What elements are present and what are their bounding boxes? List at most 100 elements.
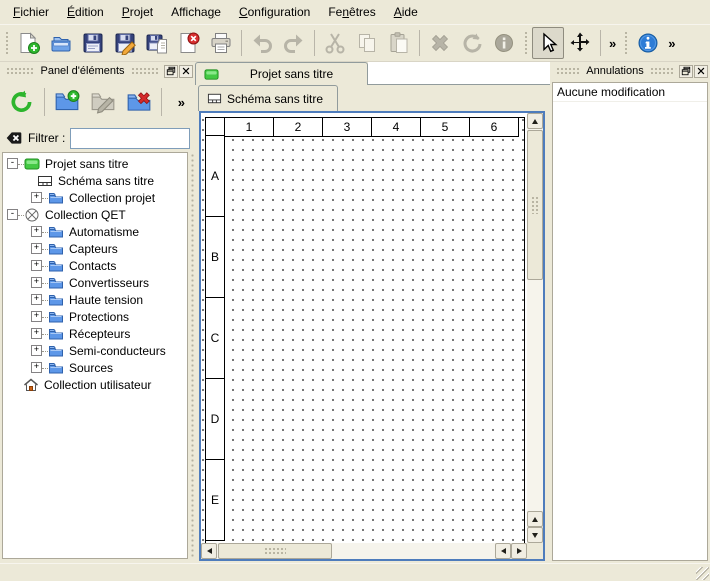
dock-close-button[interactable] [179, 65, 193, 78]
delete-category-button[interactable] [121, 84, 157, 120]
tree-toggle[interactable]: + [31, 226, 42, 237]
tree-item-capteurs[interactable]: +Capteurs [3, 240, 187, 257]
move-icon [568, 31, 592, 55]
tree-item-semi-conducteurs[interactable]: +Semi-conducteurs [3, 342, 187, 359]
open-document-button[interactable] [45, 27, 77, 59]
new-document-button[interactable] [13, 27, 45, 59]
scroll-up-button-2[interactable] [527, 511, 543, 527]
save-as-button[interactable] [109, 27, 141, 59]
save-button[interactable] [77, 27, 109, 59]
row-header: D [205, 378, 225, 460]
scroll-right-button[interactable] [511, 543, 527, 559]
close-icon [181, 66, 191, 76]
element-info-button[interactable] [488, 27, 520, 59]
cut-button[interactable] [319, 27, 351, 59]
reload-collections-button[interactable] [4, 84, 40, 120]
scrollbar-corner [527, 543, 543, 559]
edit-category-button[interactable] [85, 84, 121, 120]
tab-projet-sans-titre[interactable]: Projet sans titre [195, 62, 368, 85]
tree-item-haute-tension[interactable]: +Haute tension [3, 291, 187, 308]
schema-canvas[interactable]: 123456 ABCDE [201, 113, 527, 543]
toolbar-separator [44, 88, 45, 116]
horizontal-scroll-thumb[interactable] [218, 543, 332, 559]
menu-edition[interactable]: Édition [58, 1, 113, 23]
tab-schema-sans-titre[interactable]: Schéma sans titre [198, 85, 338, 111]
undo-button[interactable] [246, 27, 278, 59]
tree-item-schema-sans-titre[interactable]: Schéma sans titre [3, 172, 187, 189]
tree-toggle[interactable]: - [7, 158, 18, 169]
copy-button[interactable] [351, 27, 383, 59]
row-headers: ABCDE [205, 136, 225, 541]
tree-item-collection-utilisateur[interactable]: Collection utilisateur [3, 376, 187, 393]
print-button[interactable] [205, 27, 237, 59]
tree-item-recepteurs[interactable]: +Récepteurs [3, 325, 187, 342]
menu-fenetres[interactable]: Fenêtres [319, 1, 384, 23]
tree-item-collection-projet[interactable]: +Collection projet [3, 189, 187, 206]
tree-item-projet-sans-titre[interactable]: -Projet sans titre [3, 155, 187, 172]
cut-icon [323, 31, 347, 55]
restore-icon [166, 66, 176, 76]
menu-configuration[interactable]: Configuration [230, 1, 319, 23]
tree-toggle[interactable]: + [31, 362, 42, 373]
dock-grip[interactable] [131, 67, 159, 75]
delete-button[interactable] [424, 27, 456, 59]
dock-float-button[interactable] [164, 65, 178, 78]
tree-toggle[interactable]: + [31, 345, 42, 356]
project-icon [204, 67, 219, 82]
clear-filter-icon[interactable] [5, 129, 23, 147]
rotate-button[interactable] [456, 27, 488, 59]
scroll-down-button[interactable] [527, 527, 543, 543]
menu-projet[interactable]: Projet [113, 1, 162, 23]
dock-grip[interactable] [650, 67, 674, 75]
menu-affichage[interactable]: Affichage [162, 1, 230, 23]
tree-item-contacts[interactable]: +Contacts [3, 257, 187, 274]
dock-grip[interactable] [556, 67, 580, 75]
tree-item-convertisseurs[interactable]: +Convertisseurs [3, 274, 187, 291]
dock-grip[interactable] [6, 67, 34, 75]
tree-item-protections[interactable]: +Protections [3, 308, 187, 325]
toolbar-overflow-button[interactable]: » [605, 36, 620, 51]
toolbar-grip[interactable] [523, 30, 529, 56]
redo-button[interactable] [278, 27, 310, 59]
dock-float-button[interactable] [679, 65, 693, 78]
filter-input[interactable] [70, 128, 190, 149]
tree-item-sources[interactable]: +Sources [3, 359, 187, 376]
paste-button[interactable] [383, 27, 415, 59]
dock-close-button[interactable] [694, 65, 708, 78]
tree-toggle[interactable]: + [31, 243, 42, 254]
copy-icon [355, 31, 379, 55]
tree-toggle[interactable]: + [31, 328, 42, 339]
horizontal-scrollbar[interactable] [201, 543, 527, 559]
rotate-icon [460, 31, 484, 55]
toolbar-overflow-button-2[interactable]: » [664, 36, 679, 51]
tree-item-automatisme[interactable]: +Automatisme [3, 223, 187, 240]
close-document-button[interactable] [173, 27, 205, 59]
tree-toggle[interactable]: + [31, 277, 42, 288]
tree-toggle[interactable]: + [31, 311, 42, 322]
save-all-button[interactable] [141, 27, 173, 59]
tree-item-collection-qet[interactable]: -Collection QET [3, 206, 187, 223]
new-category-button[interactable] [49, 84, 85, 120]
menu-fichier[interactable]: Fichier [4, 1, 58, 23]
elements-panel-header: Panel d'éléments [0, 62, 195, 80]
toolbar-grip[interactable] [4, 30, 10, 56]
tree-toggle[interactable]: + [31, 260, 42, 271]
panel-toolbar-overflow-button[interactable]: » [178, 95, 191, 110]
about-info-button[interactable] [632, 27, 664, 59]
scroll-left-button-2[interactable] [495, 543, 511, 559]
panel-splitter[interactable] [189, 152, 194, 558]
tree-toggle[interactable]: + [31, 192, 42, 203]
vertical-scrollbar[interactable] [527, 113, 543, 543]
scroll-left-button[interactable] [201, 543, 217, 559]
scroll-up-button[interactable] [527, 113, 543, 129]
pan-mode-button[interactable] [564, 27, 596, 59]
vertical-scroll-thumb[interactable] [527, 130, 543, 280]
tree-toggle[interactable]: + [31, 294, 42, 305]
select-mode-button[interactable] [532, 27, 564, 59]
elements-panel: Panel d'éléments » Filtrer : -Projet san… [0, 62, 195, 563]
tree-toggle[interactable]: - [7, 209, 18, 220]
resize-grip[interactable] [696, 567, 709, 580]
menu-aide[interactable]: Aide [385, 1, 427, 23]
save-all-icon [145, 31, 169, 55]
toolbar-grip[interactable] [623, 30, 629, 56]
